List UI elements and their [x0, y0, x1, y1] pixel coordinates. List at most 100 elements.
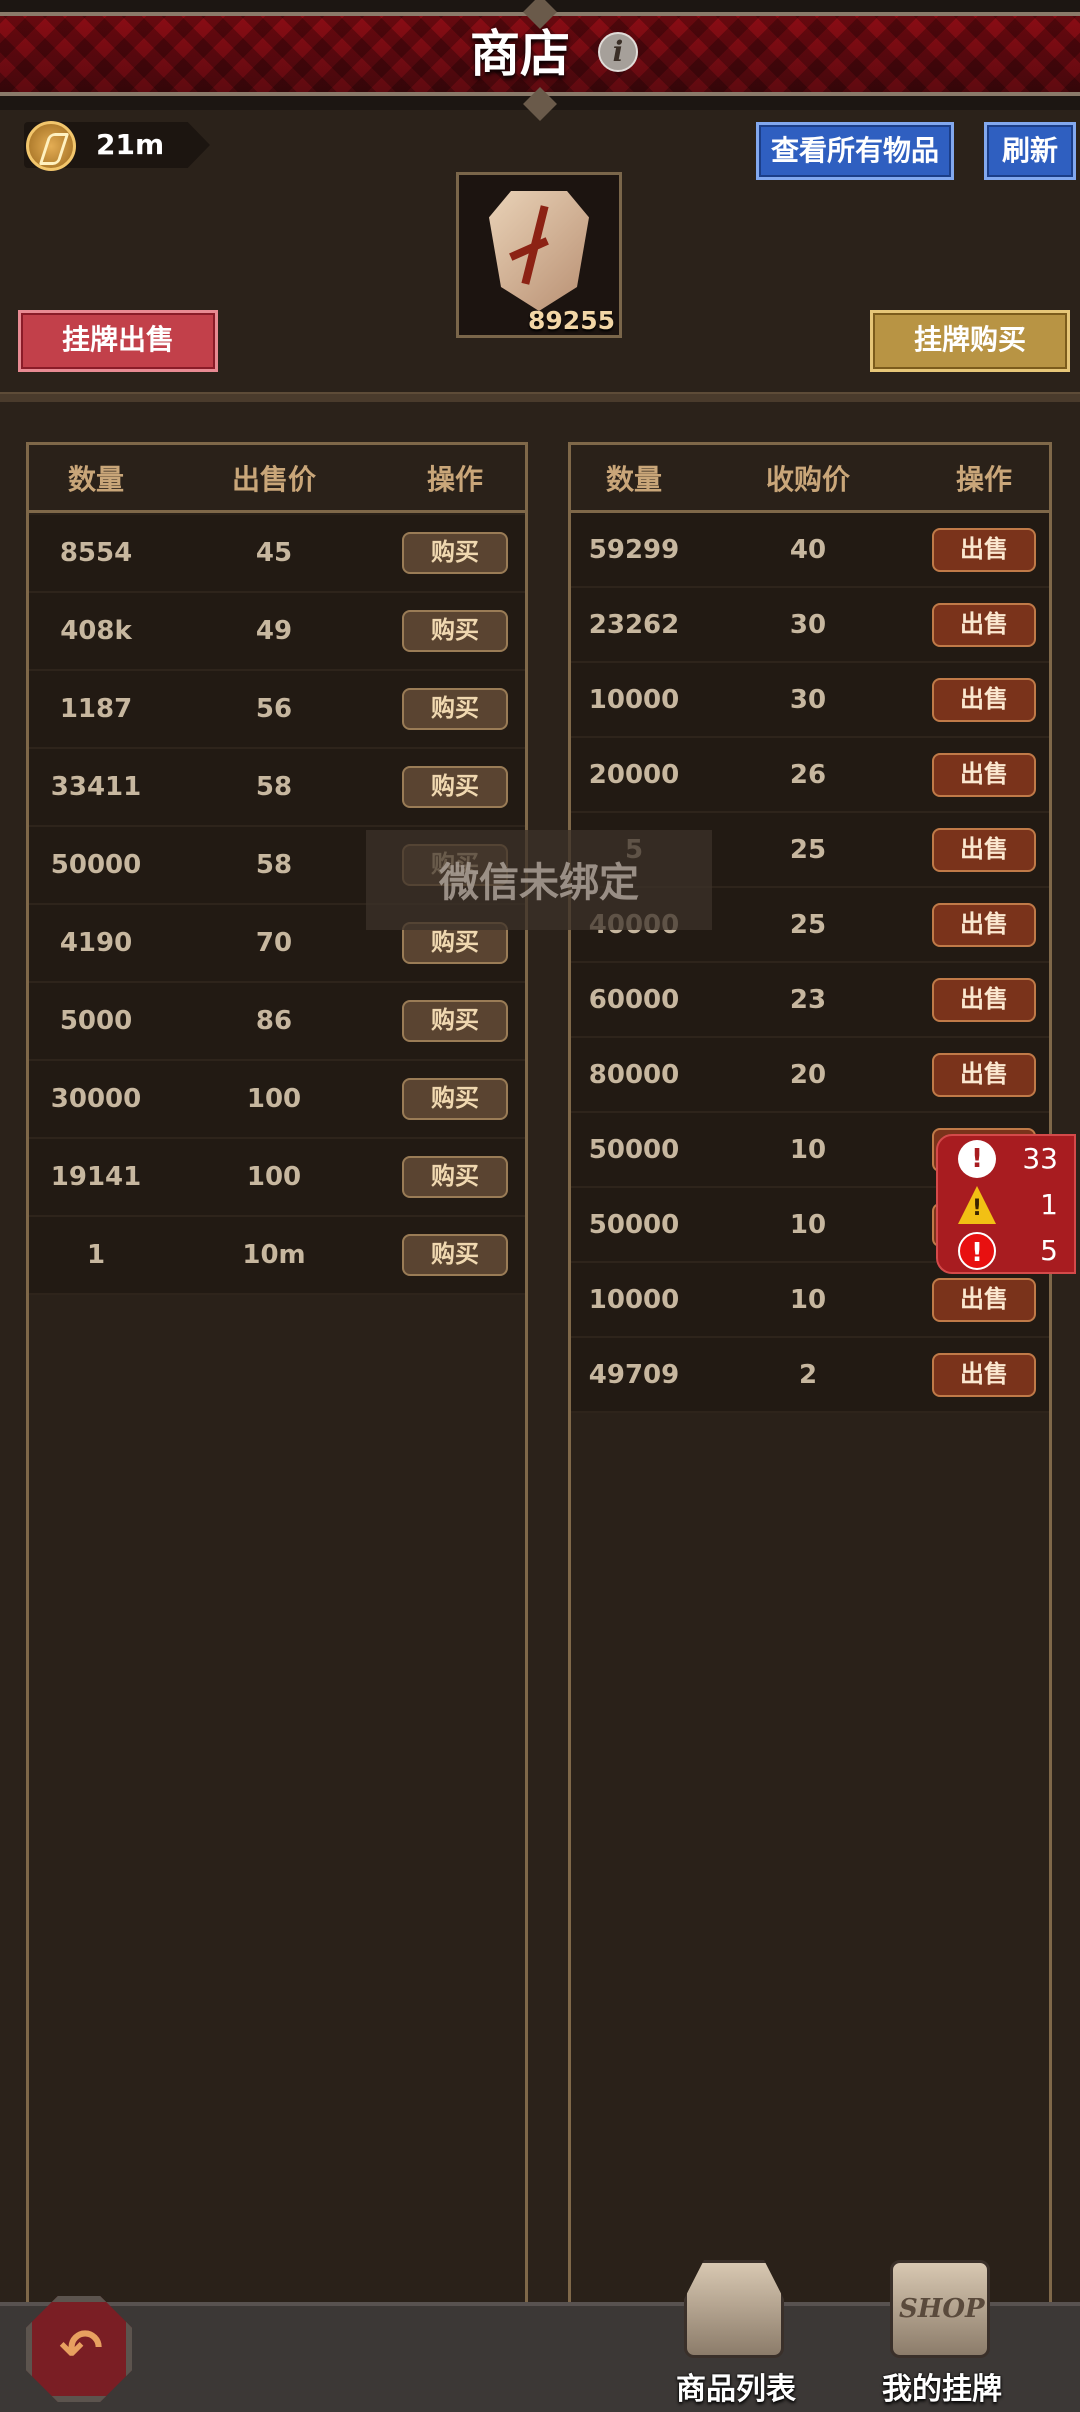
row-price: 26: [789, 759, 827, 790]
alert-warning-row: ! 1: [938, 1184, 1078, 1228]
buy-button[interactable]: 购买: [402, 766, 508, 808]
sell-button[interactable]: 出售: [932, 752, 1036, 797]
row-price: 70: [255, 928, 293, 958]
table-header: 数量 收购价 操作: [571, 445, 1049, 513]
table-header: 数量 出售价 操作: [29, 445, 525, 513]
row-price: 40: [789, 534, 827, 565]
row-quantity: 50000: [50, 850, 142, 880]
table-row: 60000 23 出售: [571, 963, 1049, 1038]
table-row: 59299 40 出售: [571, 513, 1049, 588]
table-row: 1 10m 购买: [29, 1217, 525, 1295]
sell-button[interactable]: 出售: [932, 827, 1036, 872]
row-action-cell: 出售: [919, 827, 1049, 872]
row-quantity: 80000: [588, 1059, 680, 1090]
buy-button[interactable]: 购买: [402, 688, 508, 730]
row-quantity: 33411: [50, 772, 142, 802]
row-quantity: 1187: [59, 694, 133, 724]
nav-goods-list-label: 商品列表: [676, 2372, 796, 2407]
refresh-button[interactable]: 刷新: [984, 122, 1076, 180]
buy-button[interactable]: 购买: [402, 1000, 508, 1042]
row-quantity: 50000: [588, 1134, 680, 1165]
sell-button[interactable]: 出售: [932, 977, 1036, 1022]
coin-icon: [26, 121, 76, 171]
row-action-cell: 出售: [919, 1352, 1049, 1397]
row-action-cell: 购买: [385, 688, 525, 730]
row-price: 10m: [242, 1240, 306, 1270]
row-quantity: 59299: [588, 534, 680, 565]
header-action: 操作: [426, 462, 483, 496]
row-price: 49: [255, 616, 293, 646]
warning-alert-count: 1: [1040, 1188, 1058, 1221]
shop-sign-icon: SHOP: [890, 2260, 990, 2358]
list-to-buy-button[interactable]: 挂牌购买: [870, 310, 1070, 372]
row-quantity: 50000: [588, 1209, 680, 1240]
header-buy-price: 收购价: [765, 462, 850, 496]
item-slot[interactable]: 89255: [456, 172, 622, 338]
row-price: 10: [789, 1209, 827, 1240]
alert-error-row: ! 5: [938, 1230, 1078, 1274]
info-icon[interactable]: i: [598, 32, 638, 72]
warning-alert-icon: !: [958, 1186, 996, 1224]
row-price: 25: [789, 834, 827, 865]
row-action-cell: 购买: [385, 1234, 525, 1276]
row-action-cell: 出售: [919, 752, 1049, 797]
buy-button[interactable]: 购买: [402, 532, 508, 574]
list-for-sale-button[interactable]: 挂牌出售: [18, 310, 218, 372]
buy-button[interactable]: 购买: [402, 1234, 508, 1276]
row-quantity: 408k: [60, 616, 132, 646]
row-quantity: 10000: [588, 684, 680, 715]
buy-button[interactable]: 购买: [402, 610, 508, 652]
row-action-cell: 购买: [385, 610, 525, 652]
view-all-items-button[interactable]: 查看所有物品: [756, 122, 954, 180]
sell-button[interactable]: 出售: [932, 902, 1036, 947]
row-price: 100: [246, 1084, 302, 1114]
error-alert-icon: !: [958, 1232, 996, 1270]
row-action-cell: 购买: [385, 1156, 525, 1198]
shop-sign-text: SHOP: [899, 2294, 985, 2324]
alert-panel[interactable]: ! 33 ! 1 ! 5: [936, 1134, 1076, 1274]
table-row: 19141 100 购买: [29, 1139, 525, 1217]
sell-button[interactable]: 出售: [932, 602, 1036, 647]
row-action-cell: 购买: [385, 1078, 525, 1120]
table-row: 23262 30 出售: [571, 588, 1049, 663]
row-action-cell: 出售: [919, 977, 1049, 1022]
row-price: 30: [789, 684, 827, 715]
table-row: 49709 2 出售: [571, 1338, 1049, 1413]
row-quantity: 10000: [588, 1284, 680, 1315]
row-quantity: 8554: [59, 538, 133, 568]
buy-button[interactable]: 购买: [402, 1156, 508, 1198]
row-price: 30: [789, 609, 827, 640]
row-price: 10: [789, 1134, 827, 1165]
sell-button[interactable]: 出售: [932, 1352, 1036, 1397]
row-price: 86: [255, 1006, 293, 1036]
info-alert-count: 33: [1022, 1142, 1058, 1175]
table-row: 10000 10 出售: [571, 1263, 1049, 1338]
divider: [0, 392, 1080, 402]
buy-button[interactable]: 购买: [402, 1078, 508, 1120]
row-action-cell: 出售: [919, 602, 1049, 647]
info-alert-icon: !: [958, 1140, 996, 1178]
sell-button[interactable]: 出售: [932, 1277, 1036, 1322]
row-action-cell: 购买: [385, 1000, 525, 1042]
nav-my-listings[interactable]: SHOP 我的挂牌: [852, 2260, 1032, 2408]
row-quantity: 60000: [588, 984, 680, 1015]
row-action-cell: 购买: [385, 532, 525, 574]
row-action-cell: 出售: [919, 902, 1049, 947]
row-action-cell: 出售: [919, 1277, 1049, 1322]
toast: 微信未绑定: [366, 830, 712, 930]
sell-button[interactable]: 出售: [932, 527, 1036, 572]
page-title: 商店: [470, 25, 570, 83]
row-action-cell: 出售: [919, 1052, 1049, 1097]
header-action: 操作: [955, 462, 1012, 496]
error-alert-count: 5: [1040, 1234, 1058, 1267]
row-quantity: 20000: [588, 759, 680, 790]
row-quantity: 4190: [59, 928, 133, 958]
row-price: 10: [789, 1284, 827, 1315]
nav-goods-list[interactable]: 商品列表: [646, 2260, 826, 2408]
sell-button[interactable]: 出售: [932, 677, 1036, 722]
table-row: 33411 58 购买: [29, 749, 525, 827]
row-quantity: 1: [86, 1240, 106, 1270]
row-quantity: 49709: [588, 1359, 680, 1390]
back-arrow-icon: ↶: [59, 2319, 103, 2379]
sell-button[interactable]: 出售: [932, 1052, 1036, 1097]
